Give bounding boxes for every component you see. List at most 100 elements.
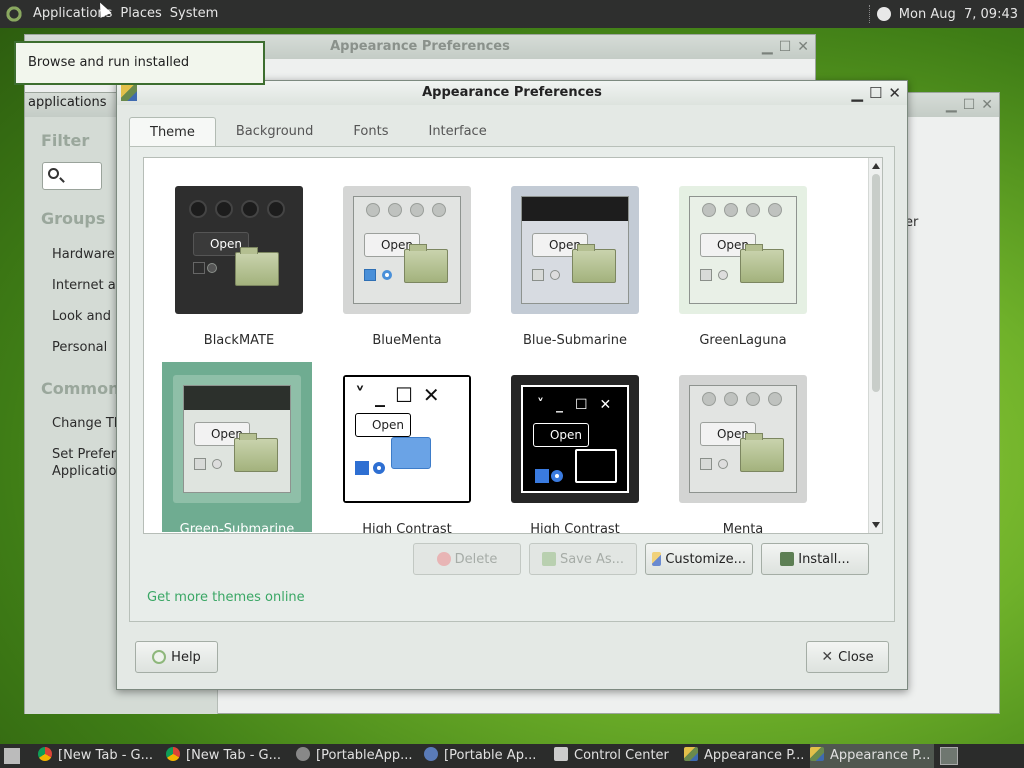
taskbar-task-active[interactable]: Appearance P... [810, 744, 934, 768]
tab-theme[interactable]: Theme [129, 117, 216, 147]
theme-item-greenlaguna[interactable]: Open GreenLaguna [668, 173, 818, 348]
network-status-icon[interactable] [876, 7, 891, 21]
close-icon[interactable]: ✕ [888, 81, 901, 105]
workspace-switcher-icon[interactable] [940, 747, 958, 765]
customize-button[interactable]: Customize... [645, 543, 753, 575]
radio-preview [718, 270, 728, 280]
theme-item-bluementa[interactable]: Open BlueMenta [332, 173, 482, 348]
task-label: [New Tab - G... [58, 748, 153, 763]
theme-list[interactable]: Open BlackMATE Open BlueMenta Open Blue-… [143, 157, 883, 534]
radio-preview [551, 470, 563, 482]
filter-heading: Filter [41, 131, 90, 150]
taskbar-task[interactable]: Control Center [554, 744, 678, 768]
minimize-icon[interactable]: ▁ [946, 93, 957, 117]
group-item-personal[interactable]: Personal [52, 340, 107, 355]
taskbar-task[interactable]: [PortableApp... [296, 744, 420, 768]
common-item-set-preferred[interactable]: Set Preferr [52, 447, 121, 462]
delete-icon [436, 552, 451, 566]
theme-item-green-submarine[interactable]: Open Green-Submarine [162, 362, 312, 533]
theme-item-menta[interactable]: Open Menta [668, 362, 818, 534]
customize-icon [652, 552, 662, 566]
radio-preview [207, 263, 217, 273]
open-button-preview: Open [533, 423, 589, 447]
common-item-applications[interactable]: Application [52, 464, 125, 479]
window-buttons-preview [702, 203, 782, 217]
close-button-label: Close [838, 649, 874, 665]
radio-preview [382, 270, 392, 280]
task-label: [PortableApp... [316, 748, 413, 763]
checkbox-preview [193, 262, 205, 274]
folder-icon [575, 449, 617, 483]
task-label: Appearance P... [704, 748, 805, 763]
group-item-internet[interactable]: Internet an [52, 278, 124, 293]
clock[interactable]: Mon Aug 7, 09:43 [899, 7, 1018, 22]
theme-name: Menta [722, 522, 764, 534]
top-panel: Applications Places System Mon Aug 7, 09… [0, 0, 1024, 28]
chrome-icon [166, 747, 180, 761]
maximize-icon[interactable]: ☐ [869, 81, 882, 105]
theme-preview: ˅_☐✕ Open [343, 375, 471, 503]
get-more-themes-link[interactable]: Get more themes online [147, 590, 305, 605]
radio-preview [212, 459, 222, 469]
tab-fonts[interactable]: Fonts [333, 117, 408, 147]
close-icon[interactable]: ✕ [797, 35, 809, 59]
save-as-button-label: Save As... [559, 551, 625, 567]
tab-interface[interactable]: Interface [408, 117, 506, 147]
tab-background[interactable]: Background [216, 117, 334, 147]
taskbar-task[interactable]: [New Tab - G... [166, 744, 290, 768]
scroll-down-arrow-icon[interactable] [872, 522, 880, 528]
theme-name: High Contrast [362, 522, 452, 534]
taskbar-task[interactable]: [Portable Ap... [424, 744, 548, 768]
window-buttons-preview [702, 392, 782, 406]
applications-tooltip: Browse and run installed applications [14, 41, 265, 110]
task-label: [Portable Ap... [444, 748, 537, 763]
close-icon[interactable]: ✕ [981, 93, 993, 117]
group-item-look-and-feel[interactable]: Look and F [52, 309, 123, 324]
appearance-icon [810, 747, 824, 761]
preview-titlebar [522, 197, 628, 221]
search-icon [48, 168, 59, 179]
save-as-button[interactable]: Save As... [529, 543, 637, 575]
taskbar-task[interactable]: Appearance P... [684, 744, 806, 768]
folder-icon [572, 244, 616, 283]
bottom-taskbar: [New Tab - G... [New Tab - G... [Portabl… [0, 744, 1024, 768]
theme-item-blackmate[interactable]: Open BlackMATE [164, 173, 314, 348]
minimize-icon[interactable]: ▁ [851, 81, 863, 105]
panel-separator [868, 5, 871, 23]
close-button[interactable]: ✕ Close [806, 641, 889, 673]
install-button[interactable]: Install... [761, 543, 869, 575]
groups-heading: Groups [41, 209, 106, 228]
filter-search-input[interactable] [42, 162, 102, 190]
folder-icon [235, 247, 279, 286]
scrollbar-thumb[interactable] [872, 174, 880, 392]
places-menu[interactable]: Places [116, 0, 165, 28]
maximize-icon[interactable]: ☐ [779, 35, 792, 59]
task-label: [New Tab - G... [186, 748, 281, 763]
radio-preview [550, 270, 560, 280]
theme-preview: ˅_☐✕ Open [511, 375, 639, 503]
help-button[interactable]: Help [135, 641, 218, 673]
minimize-icon[interactable]: ▁ [762, 35, 773, 59]
common-item-change-theme[interactable]: Change Th [52, 416, 122, 431]
theme-list-scrollbar[interactable] [868, 158, 882, 533]
system-menu[interactable]: System [166, 0, 222, 28]
preview-window: Open [183, 385, 291, 493]
checkbox-preview [364, 269, 376, 281]
window-buttons-preview [189, 200, 285, 218]
show-desktop-icon[interactable] [4, 748, 20, 764]
taskbar-task[interactable]: [New Tab - G... [38, 744, 160, 768]
scroll-up-arrow-icon[interactable] [872, 163, 880, 169]
checkbox-preview [700, 458, 712, 470]
theme-item-blue-submarine[interactable]: Open Blue-Submarine [500, 173, 650, 348]
maximize-icon[interactable]: ☐ [963, 93, 976, 117]
appearance-app-icon [121, 85, 137, 101]
close-icon: ✕ [821, 649, 834, 665]
theme-item-high-contrast-inverse[interactable]: ˅_☐✕ Open High Contrast [500, 362, 650, 533]
checkbox-preview [700, 269, 712, 281]
mate-logo-icon[interactable] [5, 5, 23, 23]
install-button-label: Install... [798, 551, 850, 567]
theme-item-high-contrast[interactable]: ˅_☐✕ Open High Contrast [332, 362, 482, 534]
theme-preview: Open [679, 375, 807, 503]
group-item-hardware[interactable]: Hardware [52, 247, 115, 262]
delete-button[interactable]: Delete [413, 543, 521, 575]
